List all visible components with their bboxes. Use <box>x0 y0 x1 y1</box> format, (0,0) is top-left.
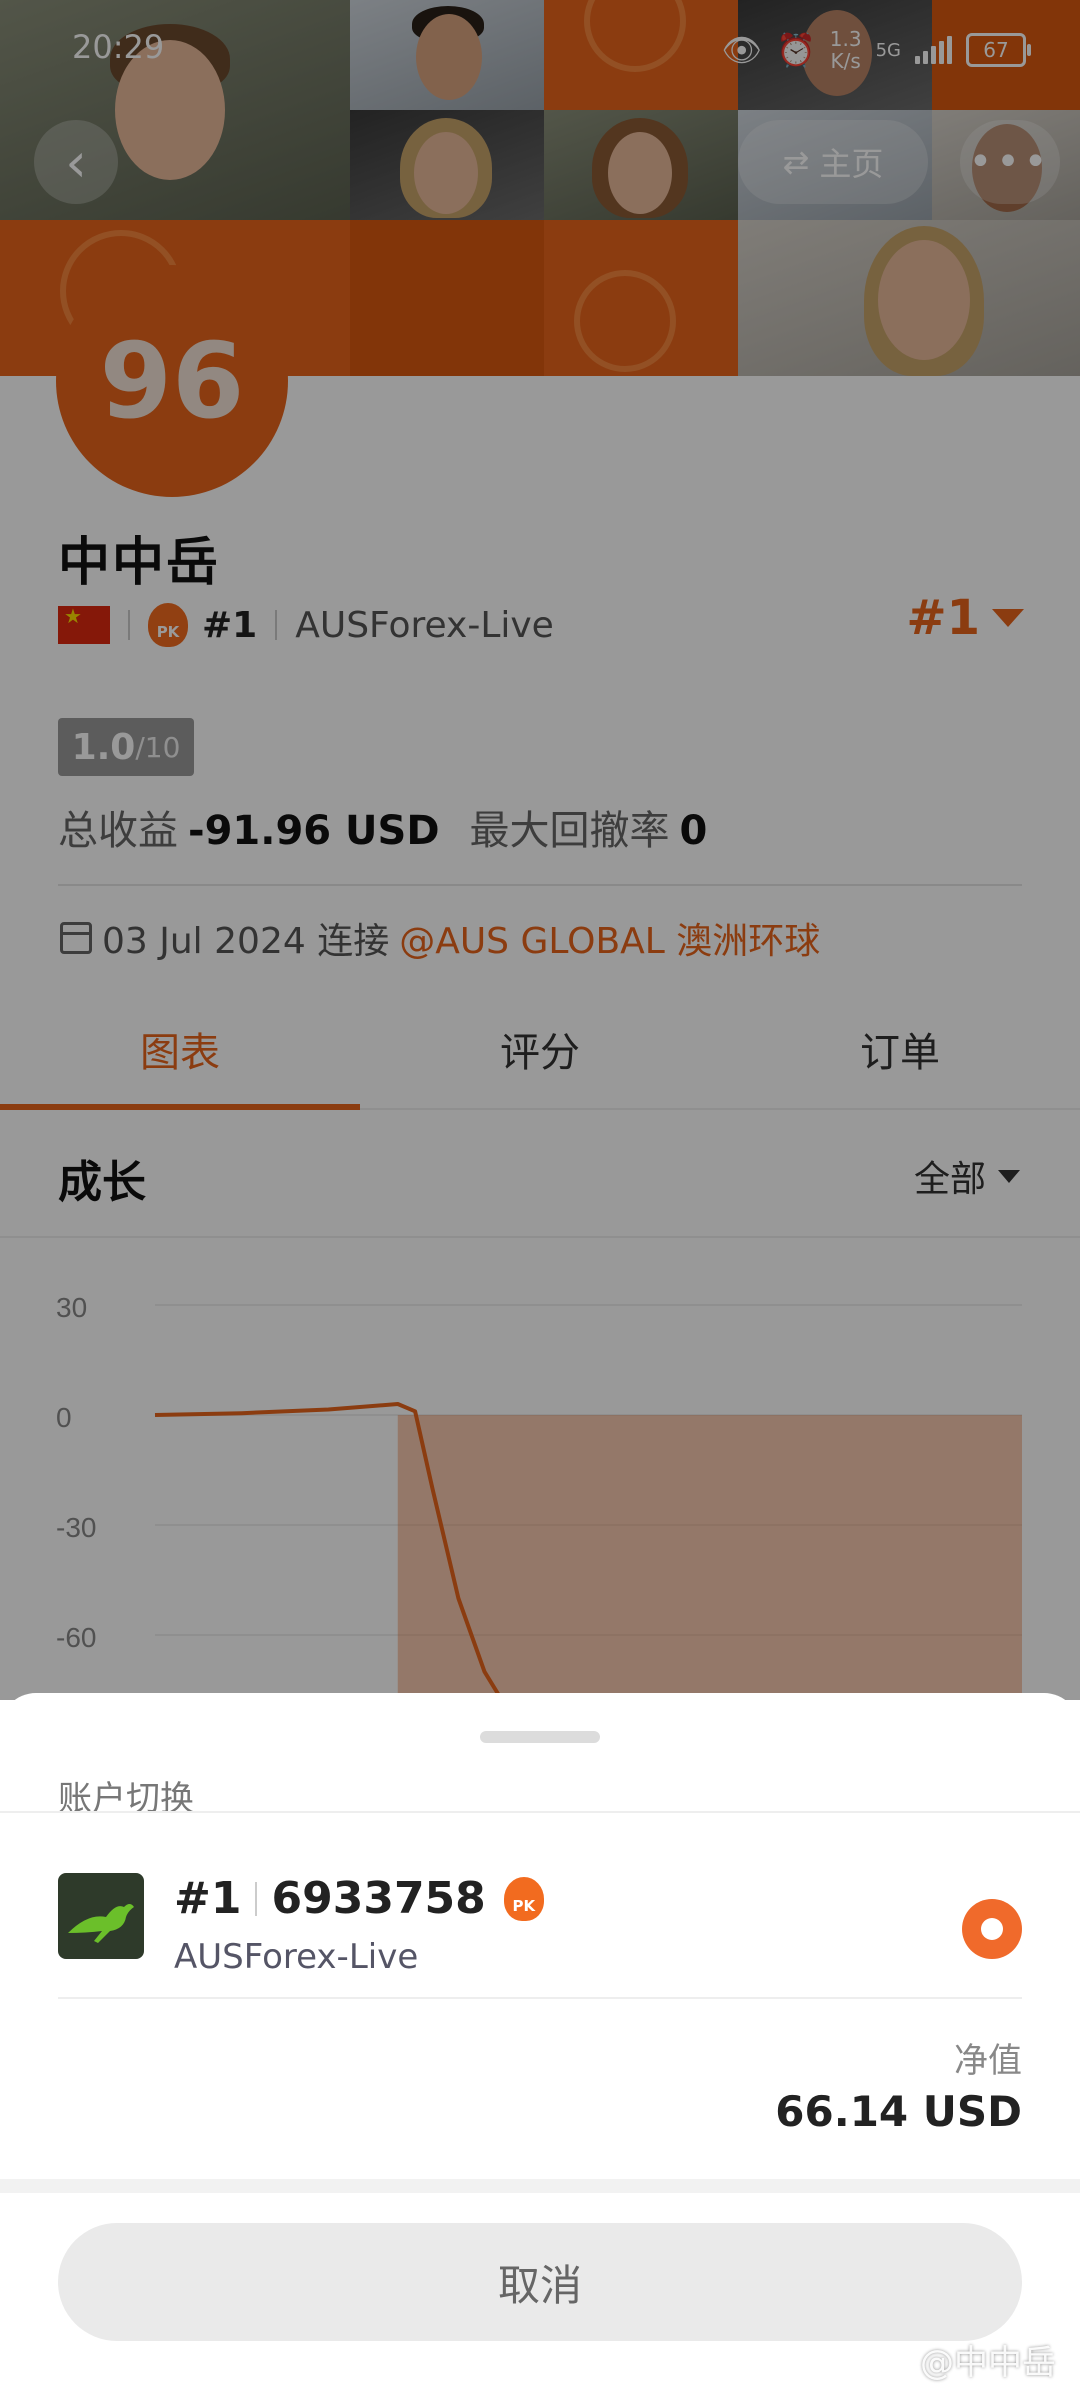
net-value-label: 净值 <box>954 2041 1022 2081</box>
account-server: AUSForex-Live <box>174 1937 419 1977</box>
cancel-button[interactable]: 取消 <box>58 2223 1022 2341</box>
account-title: #1 6933758 PK <box>174 1873 544 1924</box>
account-profile-page: 20:29 👁 ⏰ 1.3 K/s 5G 67 ‹ ⇄ 主页 ••• 96 中中… <box>0 0 1080 2400</box>
account-switch-sheet: 账户切换 #1 6933758 PK AUSForex-Live 净值 66.1… <box>0 1693 1080 2400</box>
account-number: 6933758 <box>271 1873 486 1924</box>
account-option[interactable]: #1 6933758 PK AUSForex-Live <box>58 1873 1022 1983</box>
sheet-drag-handle[interactable] <box>480 1731 600 1743</box>
pk-fire-icon: PK <box>503 1876 544 1921</box>
watermark: @中中岳 <box>920 2343 1056 2383</box>
net-value: 66.14 USD <box>775 2087 1022 2136</box>
account-rank: #1 <box>174 1873 242 1924</box>
kangaroo-logo-icon <box>58 1873 144 1959</box>
selected-radio[interactable] <box>962 1899 1022 1959</box>
dim-overlay[interactable] <box>0 0 1080 1700</box>
